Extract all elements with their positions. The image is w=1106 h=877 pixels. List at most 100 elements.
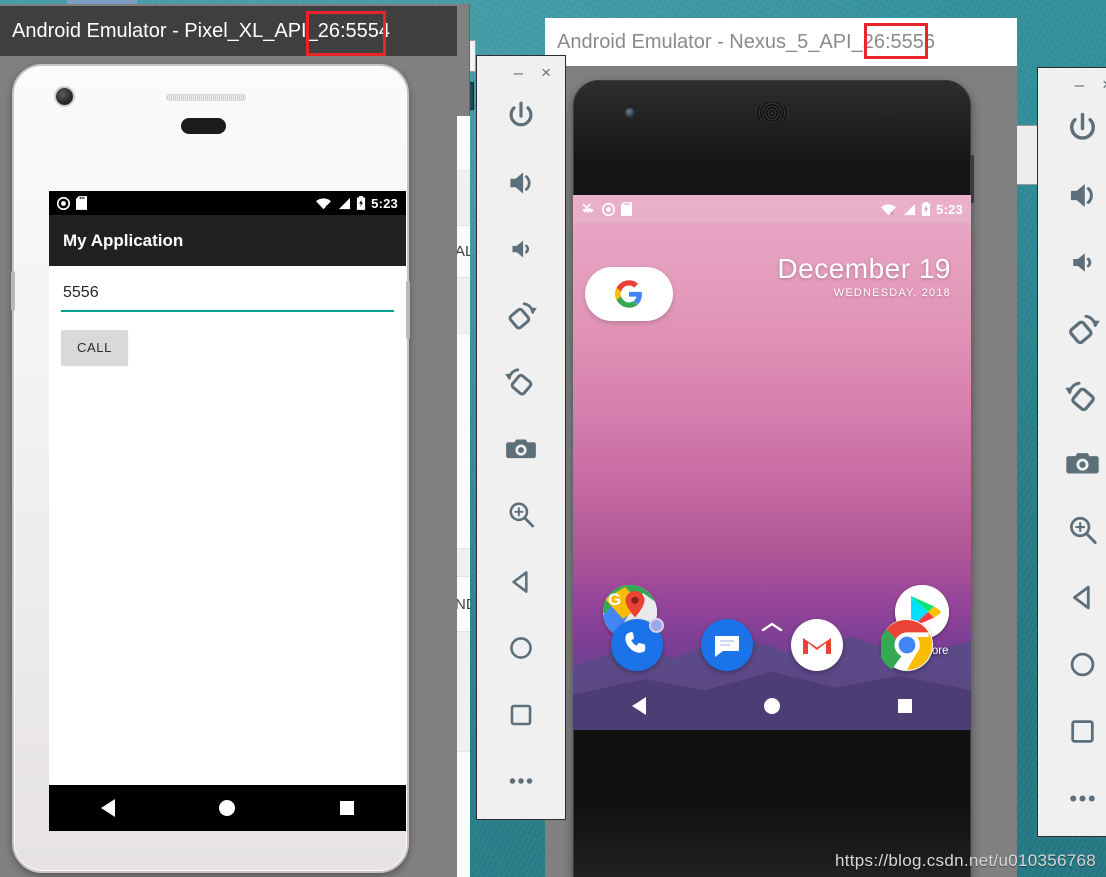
date-widget[interactable]: December 19 WEDNESDAY, 2018	[777, 253, 951, 299]
watermark: https://blog.csdn.net/u010356768	[834, 851, 1096, 870]
minimize-icon[interactable]: –	[1075, 76, 1084, 93]
zoom-icon	[1064, 512, 1101, 549]
missed-call-icon	[582, 202, 594, 213]
toolbar-overview-button[interactable]	[477, 682, 565, 749]
phone-icon[interactable]	[611, 618, 664, 671]
volume-up-icon	[504, 166, 538, 200]
notification-badge	[649, 618, 664, 633]
toolbar-buttons[interactable]	[477, 83, 565, 819]
toolbar-power-button[interactable]	[477, 83, 565, 150]
emulator-toolbar-pixel[interactable]: – ×	[476, 55, 566, 820]
close-icon[interactable]: ×	[1102, 76, 1106, 93]
proximity-sensor	[883, 111, 891, 117]
overview-icon[interactable]	[339, 801, 354, 815]
toolbar-back-button[interactable]	[477, 549, 565, 616]
phone-number-input[interactable]: 5556	[61, 280, 394, 312]
google-search-widget[interactable]	[585, 267, 673, 321]
toolbar-volume-up-button[interactable]	[477, 150, 565, 217]
front-camera-icon	[56, 88, 73, 105]
camera-icon	[504, 432, 538, 466]
sdcard-icon	[76, 196, 87, 210]
overview-icon[interactable]	[898, 699, 912, 713]
list-item-label: ND	[455, 595, 470, 613]
pixel-status-time: 5:23	[371, 195, 398, 211]
emulator-toolbar-nexus[interactable]: – ×	[1037, 67, 1106, 837]
back-icon	[504, 565, 538, 599]
zoom-icon	[504, 498, 538, 532]
call-button[interactable]: CALL	[61, 330, 128, 365]
messages-icon[interactable]	[701, 619, 753, 671]
more-icon	[1064, 780, 1101, 817]
toolbar-home-button[interactable]	[477, 615, 565, 682]
record-icon	[57, 196, 70, 210]
emulator-window-pixel[interactable]: Android Emulator - Pixel_XL_API_26:5554	[0, 6, 457, 877]
pixel-nav-bar[interactable]	[49, 785, 406, 831]
record-icon	[602, 202, 615, 216]
toolbar-buttons[interactable]	[1038, 95, 1106, 836]
toolbar-zoom-button[interactable]	[477, 482, 565, 549]
toolbar-rotate-left-button[interactable]	[1038, 296, 1106, 363]
pixel-window-title: Android Emulator - Pixel_XL_API_26:5554	[12, 19, 391, 42]
toolbar-rotate-left-button[interactable]	[477, 283, 565, 350]
rotate-right-icon	[1064, 378, 1101, 415]
input-underline	[61, 310, 394, 312]
more-icon	[504, 764, 538, 798]
toolbar-back-button[interactable]	[1038, 564, 1106, 631]
camera-icon	[1064, 445, 1101, 482]
gmail-icon[interactable]	[791, 619, 843, 671]
sdcard-icon	[621, 202, 632, 216]
nexus-nav-bar[interactable]	[573, 682, 971, 730]
toolbar-volume-down-button[interactable]	[477, 216, 565, 283]
back-icon[interactable]	[101, 799, 116, 817]
power-button[interactable]	[406, 281, 410, 339]
light-sensor	[903, 112, 908, 117]
chrome-icon[interactable]	[878, 619, 933, 671]
pixel-status-bar: x 5:23	[49, 191, 406, 215]
toolbar-camera-button[interactable]	[477, 416, 565, 483]
minimize-icon[interactable]: –	[514, 64, 523, 81]
rotate-left-icon	[504, 299, 538, 333]
toolbar-rotate-right-button[interactable]	[1038, 363, 1106, 430]
pixel-device-stage[interactable]: x 5:23 My Application 5556 CALL	[0, 56, 457, 877]
nexus-titlebar[interactable]: Android Emulator - Nexus_5_API_26:5556	[545, 18, 1017, 66]
toolbar-more-button[interactable]	[477, 748, 565, 815]
toolbar-zoom-button[interactable]	[1038, 497, 1106, 564]
svg-text:G: G	[608, 590, 621, 609]
toolbar-overview-button[interactable]	[1038, 698, 1106, 765]
app-action-bar: My Application	[49, 215, 406, 266]
dock[interactable]	[573, 608, 971, 682]
signal-icon	[339, 197, 351, 209]
volume-up-icon	[1064, 177, 1101, 214]
rotate-left-icon	[1064, 311, 1101, 348]
toolbar-window-controls[interactable]: – ×	[477, 56, 565, 83]
phone-number-value[interactable]: 5556	[61, 280, 394, 310]
nexus-device-stage[interactable]: x 5:23 December 19 WEDNESDAY, 2018 G Sto…	[545, 66, 1017, 877]
wifi-off-icon: x	[881, 203, 897, 216]
pixel-titlebar[interactable]: Android Emulator - Pixel_XL_API_26:5554	[0, 6, 457, 56]
toolbar-volume-up-button[interactable]	[1038, 162, 1106, 229]
toolbar-more-button[interactable]	[1038, 765, 1106, 832]
toolbar-volume-down-button[interactable]	[1038, 229, 1106, 296]
emulator-window-nexus[interactable]: Android Emulator - Nexus_5_API_26:5556 x…	[545, 18, 1017, 877]
toolbar-power-button[interactable]	[1038, 95, 1106, 162]
toolbar-rotate-right-button[interactable]	[477, 349, 565, 416]
pixel-screen[interactable]: x 5:23 My Application 5556 CALL	[49, 191, 406, 831]
volume-down-icon	[1064, 244, 1101, 281]
list-item-label: ALL	[455, 243, 470, 260]
earpiece-grille	[166, 94, 246, 101]
back-icon[interactable]	[632, 697, 646, 715]
google-g-icon	[615, 280, 642, 308]
app-title: My Application	[63, 230, 184, 250]
toolbar-home-button[interactable]	[1038, 631, 1106, 698]
toolbar-window-controls[interactable]: – ×	[1038, 68, 1106, 95]
toolbar-camera-button[interactable]	[1038, 430, 1106, 497]
rotate-right-icon	[504, 365, 538, 399]
power-icon	[1064, 110, 1101, 147]
sensor-strip	[181, 118, 226, 134]
pixel-device-frame: x 5:23 My Application 5556 CALL	[11, 64, 410, 873]
volume-button[interactable]	[11, 271, 15, 311]
close-icon[interactable]: ×	[541, 64, 551, 81]
nexus-screen[interactable]: x 5:23 December 19 WEDNESDAY, 2018 G Sto…	[573, 195, 971, 730]
home-icon[interactable]	[219, 800, 236, 816]
home-icon[interactable]	[764, 698, 780, 714]
